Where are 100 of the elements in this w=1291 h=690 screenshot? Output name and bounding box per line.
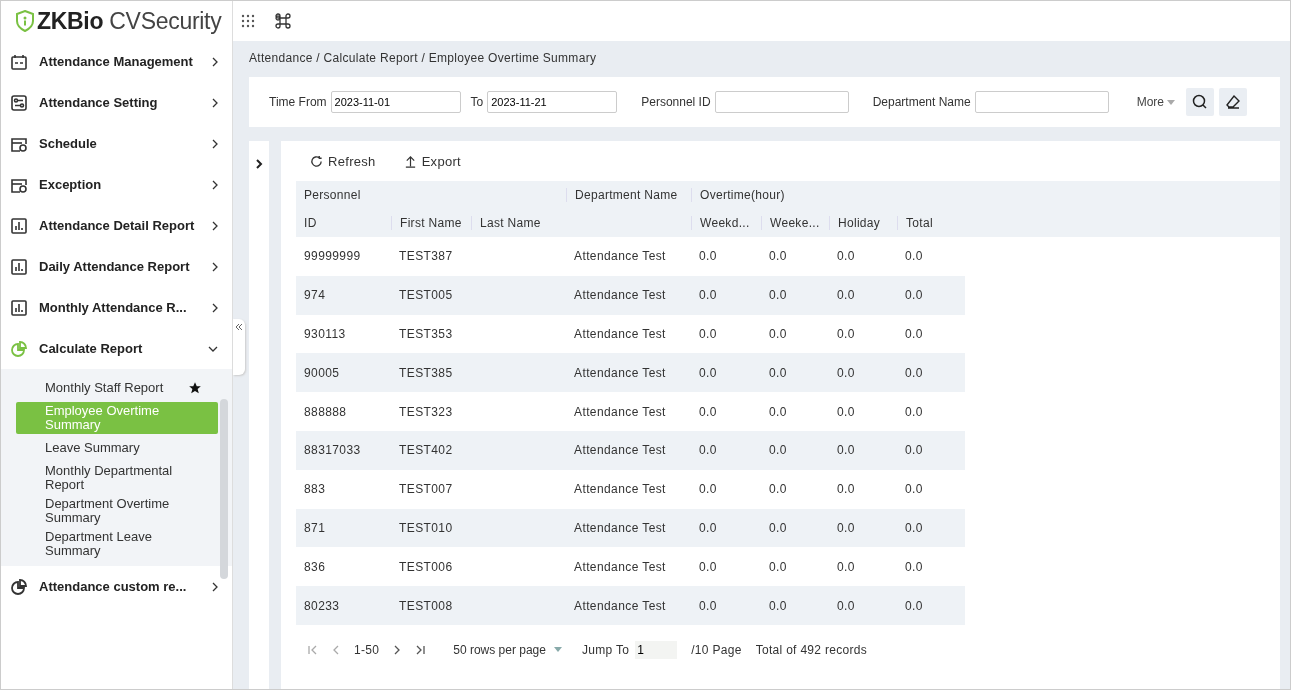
more-dropdown[interactable]: More xyxy=(1130,94,1181,110)
field-label: Personnel ID xyxy=(641,95,711,109)
table-cell: 0.0 xyxy=(837,288,855,303)
sidebar-item[interactable]: Attendance Setting xyxy=(1,82,232,123)
pie-chart-icon xyxy=(11,578,27,595)
sidebar-item[interactable]: Calculate Report xyxy=(1,328,232,369)
sidebar-item[interactable]: Attendance custom re... xyxy=(1,566,232,607)
submenu-item[interactable]: Department Leave Summary xyxy=(16,528,218,560)
table-cell: TEST385 xyxy=(399,365,453,380)
calendar-icon xyxy=(11,135,27,152)
table-cell: 88317033 xyxy=(304,443,361,458)
submenu-item[interactable]: Department Overtime Summary xyxy=(16,495,218,527)
chevron-right-icon xyxy=(212,97,218,108)
app-logo: ZKBio CVSecurity xyxy=(37,7,222,35)
search-icon xyxy=(1192,94,1208,110)
table-cell: TEST353 xyxy=(399,327,453,341)
calendar-icon xyxy=(11,176,27,193)
settings-icon xyxy=(11,94,27,111)
table-cell: 0.0 xyxy=(769,327,787,341)
chevron-down-icon xyxy=(208,345,218,352)
table-cell: 836 xyxy=(304,559,326,574)
chevron-right-icon xyxy=(212,220,218,231)
table-cell: TEST007 xyxy=(399,482,453,497)
table-cell: 0.0 xyxy=(699,443,717,458)
breadcrumb: Attendance / Calculate Report / Employee Overtime Summary xyxy=(249,50,598,67)
table-cell: 0.0 xyxy=(905,249,923,264)
last-page-icon[interactable] xyxy=(415,644,426,655)
table-cell: 883 xyxy=(304,482,326,497)
table-cell: 0.0 xyxy=(905,559,923,574)
chevron-right-icon xyxy=(212,302,218,313)
date-field[interactable]: 2023-11-01 xyxy=(330,91,461,113)
table-cell: 0.0 xyxy=(837,365,855,380)
table-cell: 99999999 xyxy=(304,249,361,264)
submenu-item[interactable]: Monthly Staff Report xyxy=(16,375,218,401)
refresh-button[interactable]: Refresh xyxy=(304,152,382,170)
table-cell: 0.0 xyxy=(905,598,923,613)
scrollbar[interactable] xyxy=(220,399,228,579)
apps-grid-icon[interactable] xyxy=(241,14,255,28)
table-cell: 0.0 xyxy=(699,288,717,303)
table-cell: Attendance Test xyxy=(574,598,666,613)
table-cell: 0.0 xyxy=(769,482,787,497)
table-cell: 0.0 xyxy=(905,520,923,535)
table-cell: 0.0 xyxy=(699,598,717,613)
table-cell: 0.0 xyxy=(905,404,923,419)
table-cell: Attendance Test xyxy=(574,249,666,264)
table-cell: 0.0 xyxy=(769,365,787,380)
sidebar-item[interactable]: Exception xyxy=(1,164,232,205)
table-cell: Attendance Test xyxy=(574,365,666,380)
table-cell: 974 xyxy=(304,288,326,303)
sidebar-item[interactable]: Attendance Management xyxy=(1,41,232,82)
rows-per-page-dropdown[interactable]: 50 rows per page xyxy=(447,641,568,658)
table-cell: TEST010 xyxy=(399,520,453,535)
table-cell: 0.0 xyxy=(905,482,923,497)
calendar-icon xyxy=(11,53,27,70)
next-page-icon[interactable] xyxy=(393,644,402,655)
table-cell: 0.0 xyxy=(905,327,923,341)
page-field[interactable]: 1 xyxy=(635,640,678,659)
sidebar-item[interactable]: Daily Attendance Report xyxy=(1,246,232,287)
column-header: Last Name xyxy=(471,216,566,230)
sidebar-item[interactable]: Monthly Attendance R... xyxy=(1,287,232,328)
table-cell: 0.0 xyxy=(837,482,855,497)
column-header: First Name xyxy=(391,216,471,230)
table-cell: 0.0 xyxy=(769,443,787,458)
input-field[interactable] xyxy=(714,91,849,113)
collapse-handle[interactable] xyxy=(233,319,245,375)
table-cell: 0.0 xyxy=(769,559,787,574)
table-cell: 0.0 xyxy=(769,598,787,613)
column-header: Overtime(hour) xyxy=(691,188,961,202)
table-cell: 0.0 xyxy=(905,365,923,380)
date-field[interactable]: 2023-11-21 xyxy=(487,91,618,113)
column-header: ID xyxy=(303,216,318,230)
table-cell: Attendance Test xyxy=(574,482,666,497)
input-field[interactable] xyxy=(974,91,1109,113)
bar-chart-icon xyxy=(11,258,27,275)
sidebar-item[interactable]: Attendance Detail Report xyxy=(1,205,232,246)
command-icon[interactable] xyxy=(275,13,291,29)
table-cell: 0.0 xyxy=(699,327,717,341)
table-cell: 0.0 xyxy=(699,365,717,380)
search-button[interactable] xyxy=(1186,88,1214,116)
table-cell: TEST005 xyxy=(399,288,453,303)
table-cell: 0.0 xyxy=(837,404,855,419)
caret-icon xyxy=(1167,99,1175,105)
table-cell: TEST323 xyxy=(399,404,453,419)
pie-chart-icon xyxy=(11,340,27,357)
table-cell: 0.0 xyxy=(699,520,717,535)
table-cell: 0.0 xyxy=(905,443,923,458)
table-cell: 0.0 xyxy=(699,249,717,264)
table-cell: 0.0 xyxy=(837,559,855,574)
table-cell: 0.0 xyxy=(769,520,787,535)
table-cell: TEST402 xyxy=(399,443,453,458)
column-header: Weeke... xyxy=(761,216,829,230)
sidebar-item[interactable]: Schedule xyxy=(1,123,232,164)
expand-icon[interactable] xyxy=(255,159,263,169)
clear-button[interactable] xyxy=(1219,88,1247,116)
submenu-item[interactable]: Monthly Departmental Report xyxy=(16,462,218,494)
submenu-item[interactable]: Leave Summary xyxy=(16,435,218,461)
chevron-right-icon xyxy=(212,179,218,190)
export-button[interactable]: Export xyxy=(397,152,467,170)
table-cell: 930113 xyxy=(304,327,346,341)
column-header: Personnel xyxy=(303,188,362,202)
